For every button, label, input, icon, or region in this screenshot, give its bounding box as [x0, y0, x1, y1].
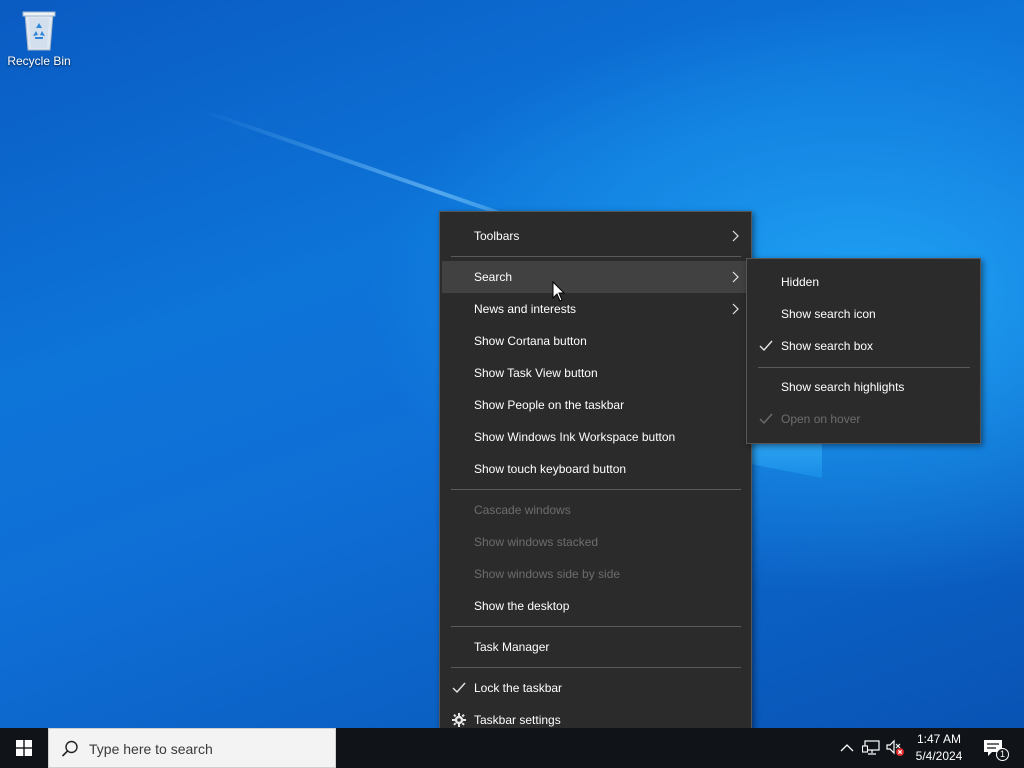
- menu-item-show-task-view-button[interactable]: Show Task View button: [442, 357, 749, 389]
- submenu-item-label: Open on hover: [781, 412, 861, 426]
- menu-item-show-people[interactable]: Show People on the taskbar: [442, 389, 749, 421]
- menu-separator: [451, 667, 741, 668]
- submenu-item-open-on-hover: Open on hover: [749, 403, 978, 435]
- submenu-item-hidden[interactable]: Hidden: [749, 266, 978, 298]
- recycle-bin-shortcut[interactable]: Recycle Bin: [4, 6, 74, 68]
- submenu-item-label: Show search icon: [781, 307, 876, 321]
- menu-item-show-the-desktop[interactable]: Show the desktop: [442, 590, 749, 622]
- menu-separator: [451, 489, 741, 490]
- menu-item-label: Show touch keyboard button: [474, 462, 627, 476]
- menu-item-task-manager[interactable]: Task Manager: [442, 631, 749, 663]
- menu-item-label: Show Windows Ink Workspace button: [474, 430, 676, 444]
- notification-count-badge: 1: [996, 748, 1009, 761]
- menu-item-cascade-windows: Cascade windows: [442, 494, 749, 526]
- menu-item-label: Toolbars: [474, 229, 520, 243]
- clock-time: 1:47 AM: [916, 732, 962, 746]
- taskbar-search-box[interactable]: Type here to search: [48, 728, 336, 768]
- menu-item-lock-the-taskbar[interactable]: Lock the taskbar: [442, 672, 749, 704]
- submenu-item-label: Show search box: [781, 339, 874, 353]
- menu-item-news-and-interests[interactable]: News and interests: [442, 293, 749, 325]
- menu-item-label: Show windows side by side: [474, 567, 621, 581]
- clock-date: 5/4/2024: [915, 749, 963, 763]
- recycle-bin-icon: [22, 11, 56, 51]
- menu-item-label: Show the desktop: [474, 599, 570, 613]
- checkmark-icon: [759, 413, 773, 425]
- menu-item-label: Lock the taskbar: [474, 681, 563, 695]
- network-icon[interactable]: [862, 740, 880, 756]
- chevron-right-icon: [732, 230, 739, 242]
- menu-item-label: Show Cortana button: [474, 334, 587, 348]
- menu-separator: [451, 256, 741, 257]
- checkmark-icon: [452, 682, 466, 694]
- chevron-right-icon: [732, 303, 739, 315]
- menu-item-show-touch-keyboard[interactable]: Show touch keyboard button: [442, 453, 749, 485]
- start-button[interactable]: [0, 728, 48, 768]
- menu-item-label: Search: [474, 270, 513, 284]
- menu-item-label: Taskbar settings: [474, 713, 561, 727]
- submenu-item-label: Hidden: [781, 275, 820, 289]
- system-tray: [836, 728, 906, 768]
- windows-logo-icon: [16, 740, 32, 756]
- submenu-separator: [758, 367, 970, 368]
- action-center-button[interactable]: 1: [978, 728, 1018, 768]
- taskbar-clock[interactable]: 1:47 AM 5/4/2024: [906, 731, 972, 765]
- volume-muted-icon[interactable]: [885, 739, 905, 757]
- chevron-right-icon: [732, 271, 739, 283]
- menu-item-show-windows-side-by-side: Show windows side by side: [442, 558, 749, 590]
- menu-item-show-windows-stacked: Show windows stacked: [442, 526, 749, 558]
- menu-separator: [451, 626, 741, 627]
- menu-item-label: Show People on the taskbar: [474, 398, 625, 412]
- submenu-item-show-search-icon[interactable]: Show search icon: [749, 298, 978, 330]
- menu-item-search[interactable]: Search: [442, 261, 749, 293]
- menu-item-toolbars[interactable]: Toolbars: [442, 220, 749, 252]
- gear-icon: [452, 713, 466, 727]
- menu-item-label: Cascade windows: [474, 503, 571, 517]
- taskbar-context-menu: Toolbars Search News and interests Show …: [439, 211, 752, 745]
- menu-item-label: Show windows stacked: [474, 535, 599, 549]
- taskbar: Type here to search 1:47 AM 5/4/2024 1: [0, 728, 1024, 768]
- submenu-item-label: Show search highlights: [781, 380, 905, 394]
- menu-item-label: Task Manager: [474, 640, 550, 654]
- menu-item-show-windows-ink[interactable]: Show Windows Ink Workspace button: [442, 421, 749, 453]
- submenu-item-show-search-highlights[interactable]: Show search highlights: [749, 371, 978, 403]
- menu-item-label: News and interests: [474, 302, 577, 316]
- menu-item-label: Show Task View button: [474, 366, 598, 380]
- submenu-item-show-search-box[interactable]: Show search box: [749, 330, 978, 362]
- recycle-bin-label: Recycle Bin: [7, 54, 71, 68]
- search-icon: [61, 740, 78, 757]
- chevron-up-icon[interactable]: [840, 742, 854, 754]
- menu-item-show-cortana-button[interactable]: Show Cortana button: [442, 325, 749, 357]
- search-placeholder: Type here to search: [89, 741, 213, 757]
- search-submenu: Hidden Show search icon Show search box …: [746, 258, 981, 444]
- mouse-cursor-icon: [552, 281, 566, 302]
- checkmark-icon: [759, 340, 773, 352]
